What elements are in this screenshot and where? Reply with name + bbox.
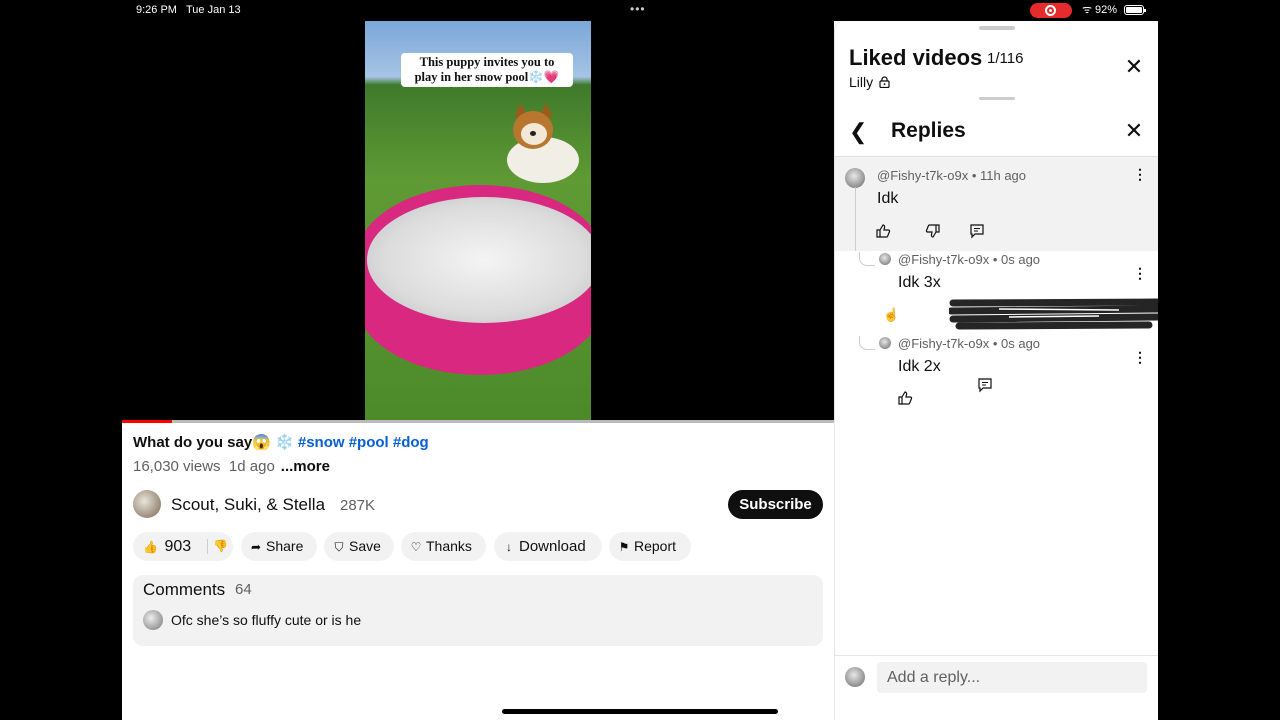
lock-icon (879, 76, 890, 88)
like-count: 903 (164, 538, 192, 555)
flag-icon: ⚑ (618, 540, 630, 554)
more-link[interactable]: ...more (281, 458, 330, 475)
download-button[interactable]: ↓ Download (494, 532, 602, 561)
reply-composer (835, 655, 1158, 720)
like-button[interactable]: 👍 903 👎 (133, 532, 233, 561)
multitasking-dots-icon[interactable]: ••• (630, 2, 646, 16)
report-button[interactable]: ⚑ Report (609, 532, 691, 561)
video-meta: 16,030 views 1d ago ...more (133, 458, 330, 475)
reply-author[interactable]: @Fishy-t7k-o9x • 0s ago (898, 336, 1040, 351)
download-icon: ↓ (506, 540, 512, 554)
status-time: 9:26 PM (136, 4, 177, 16)
close-replies-icon[interactable]: ✕ (1124, 120, 1144, 142)
comment-preview: Ofc she’s so fluffy cute or is he (171, 612, 362, 628)
redaction-scribble (949, 298, 1158, 330)
comments-count: 64 (235, 581, 252, 598)
comments-heading: Comments (143, 580, 226, 599)
status-bar-right: ᯤ 92% (834, 0, 1158, 21)
app-screen: 9:26 PM Tue Jan 13 ••• ᯤ 92% This puppy … (122, 0, 1158, 720)
video-title-text: What do you say😱 ❄️ (133, 434, 298, 451)
thread-connector (859, 336, 875, 350)
close-playlist-icon[interactable]: ✕ (1124, 56, 1144, 78)
parent-comment: @Fishy-t7k-o9x • 11h ago Idk ⋮ (835, 156, 1158, 251)
video-progress-bar[interactable] (122, 420, 834, 423)
thumbs-up-icon: 👍 (143, 540, 158, 554)
video-hashtags[interactable]: #snow #pool #dog (298, 434, 429, 451)
playlist-owner: Lilly (849, 74, 874, 90)
playlist-title: Liked videos (849, 45, 983, 70)
reply-icon[interactable] (969, 223, 985, 239)
comments-section[interactable]: Comments 64 Ofc she’s so fluffy cute or … (133, 575, 823, 646)
view-count: 16,030 views (133, 458, 221, 475)
save-button[interactable]: ⛉ Save (324, 532, 394, 561)
reply-avatar[interactable] (879, 337, 891, 349)
status-date: Tue Jan 13 (186, 4, 241, 16)
thumbs-down-icon[interactable] (925, 223, 941, 239)
status-bar: 9:26 PM Tue Jan 13 ••• (122, 0, 834, 21)
reply-input[interactable] (877, 662, 1147, 693)
report-label: Report (634, 538, 677, 554)
reply-more-icon[interactable]: ⋮ (1133, 350, 1147, 364)
comment-text: Idk (877, 190, 899, 207)
reply-more-icon[interactable]: ⋮ (1133, 266, 1147, 280)
thread-line (855, 187, 856, 251)
commenter-avatar (143, 610, 163, 630)
back-chevron-icon[interactable]: ❮ (849, 119, 867, 145)
reply-author[interactable]: @Fishy-t7k-o9x • 0s ago (898, 252, 1040, 267)
touch-pointer-icon: ☝ (883, 307, 900, 322)
subscriber-count: 287K (340, 497, 376, 514)
panel-grabber-secondary[interactable] (979, 97, 1015, 100)
thread-connector (859, 252, 875, 266)
snow-graphic (367, 197, 591, 323)
playlist-position: 1/116 (987, 50, 1024, 67)
super-thanks-icon: ♡ (410, 540, 422, 554)
comment-avatar[interactable] (845, 168, 865, 188)
channel-avatar[interactable] (133, 490, 161, 518)
video-caption-line2: play in her snow pool❄️💗 (414, 70, 560, 84)
channel-name[interactable]: Scout, Suki, & Stella (171, 495, 325, 515)
panel-grabber[interactable] (979, 26, 1015, 30)
reply-icon[interactable] (977, 377, 993, 393)
home-indicator[interactable] (502, 709, 778, 714)
replies-panel: Liked videos 1/116 Lilly ✕ ❮ Replies ✕ @… (834, 21, 1158, 720)
subscribe-button[interactable]: Subscribe (728, 490, 823, 519)
video-player[interactable]: This puppy invites you to play in her sn… (122, 21, 834, 420)
video-caption-line1: This puppy invites you to (419, 55, 555, 69)
battery-icon (1124, 5, 1146, 15)
reply-text: Idk 3x (898, 274, 941, 291)
thanks-button[interactable]: ♡ Thanks (401, 532, 486, 561)
user-avatar[interactable] (845, 667, 865, 687)
wifi-icon: ᯤ (1082, 4, 1093, 16)
share-button[interactable]: ➦ Share (241, 532, 317, 561)
video-caption: This puppy invites you to play in her sn… (401, 53, 573, 87)
replies-title: Replies (891, 119, 966, 142)
video-title: What do you say😱 ❄️ #snow #pool #dog (133, 433, 429, 451)
screen-recording-icon[interactable] (1030, 3, 1072, 18)
upload-age: 1d ago (228, 458, 275, 475)
thumbs-up-icon[interactable] (875, 223, 891, 239)
puppy-graphic (503, 103, 583, 185)
download-label: Download (519, 538, 586, 555)
share-label: Share (266, 538, 304, 554)
battery-percentage: 92% (1095, 4, 1118, 16)
thumbs-up-icon[interactable] (897, 390, 913, 406)
share-icon: ➦ (250, 540, 262, 554)
reply-avatar[interactable] (879, 253, 891, 265)
comment-author[interactable]: @Fishy-t7k-o9x • 11h ago (877, 168, 1026, 183)
reply-text: Idk 2x (898, 358, 941, 375)
save-label: Save (349, 538, 381, 554)
thanks-label: Thanks (426, 538, 472, 554)
video-progress-fill (122, 420, 172, 423)
video-frame: This puppy invites you to play in her sn… (365, 21, 591, 420)
bookmark-icon: ⛉ (334, 540, 344, 554)
dislike-icon[interactable]: 👎 (213, 532, 228, 561)
comment-more-icon[interactable]: ⋮ (1133, 167, 1147, 181)
